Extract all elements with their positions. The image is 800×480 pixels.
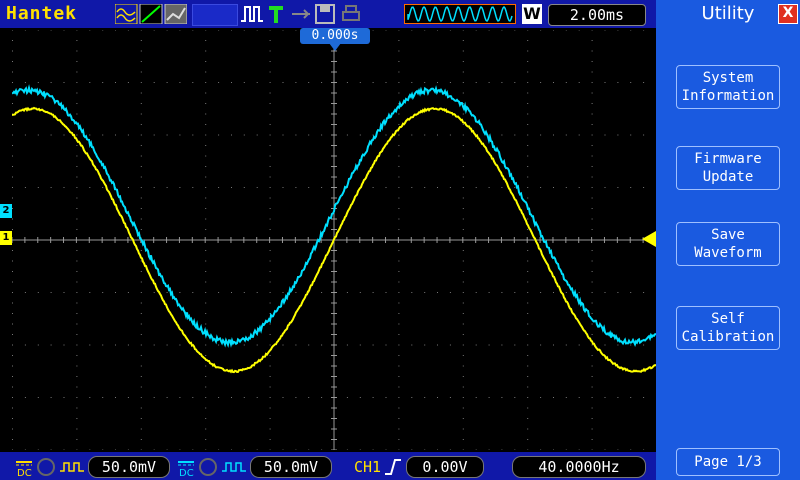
button-label-line1: Save — [677, 226, 779, 244]
button-label-line1: Firmware — [677, 150, 779, 168]
trigger-position-marker — [329, 43, 341, 51]
self-calibration-button[interactable]: Self Calibration — [676, 306, 780, 350]
button-label-line2: Waveform — [677, 244, 779, 262]
trigger-level-readout[interactable]: 0.00V — [406, 456, 484, 478]
firmware-update-button[interactable]: Firmware Update — [676, 146, 780, 190]
button-label-line1: Self — [677, 310, 779, 328]
page-button[interactable]: Page 1/3 — [676, 448, 780, 476]
top-status-bar: Hantek W 2.00ms — [0, 0, 656, 28]
trigger-level-marker[interactable] — [642, 231, 656, 247]
trigger-source[interactable]: CH1 — [354, 458, 381, 476]
memory-depth-icon — [404, 4, 516, 24]
display-icon[interactable] — [192, 4, 238, 26]
save-waveform-button[interactable]: Save Waveform — [676, 222, 780, 266]
frequency-readout: 40.0000Hz — [512, 456, 646, 478]
waveform-icon[interactable] — [115, 4, 187, 24]
ch2-scale-readout[interactable]: 50.0mV — [250, 456, 332, 478]
system-information-button[interactable]: System Information — [676, 65, 780, 109]
bottom-status-bar: DC 50.0mV DC 50.0mV CH1 0.00V 40.0000Hz — [0, 452, 656, 480]
button-label-line2: Calibration — [677, 328, 779, 346]
ch1-coupling-icons[interactable]: DC — [14, 457, 86, 477]
button-label-line2: Information — [677, 87, 779, 105]
rising-edge-icon[interactable] — [384, 458, 402, 476]
ch2-coupling-text: DC — [179, 468, 194, 477]
ch1-coupling-text: DC — [17, 468, 32, 477]
ch2-coupling-icons[interactable]: DC — [176, 457, 248, 477]
button-label-line2: Update — [677, 168, 779, 186]
print-icon[interactable] — [340, 4, 362, 24]
usb-icon[interactable] — [290, 4, 312, 24]
ch1-scale-readout[interactable]: 50.0mV — [88, 456, 170, 478]
button-label-line1: System — [677, 69, 779, 87]
brand-logo: Hantek — [6, 3, 77, 24]
waveform-display[interactable] — [12, 30, 656, 450]
save-icon[interactable] — [314, 4, 336, 24]
ch2-marker[interactable]: 2 — [0, 204, 12, 218]
close-icon[interactable]: X — [778, 4, 798, 24]
trigger-position-readout[interactable]: 0.000s — [300, 28, 370, 44]
trigger-t-icon[interactable] — [266, 4, 286, 24]
ch1-marker[interactable]: 1 — [0, 231, 12, 245]
pulse-icon[interactable] — [240, 4, 264, 24]
acquire-mode-badge: W — [522, 4, 542, 24]
utility-menu: Utility X System Information Firmware Up… — [656, 0, 800, 480]
timebase-readout[interactable]: 2.00ms — [548, 4, 646, 26]
